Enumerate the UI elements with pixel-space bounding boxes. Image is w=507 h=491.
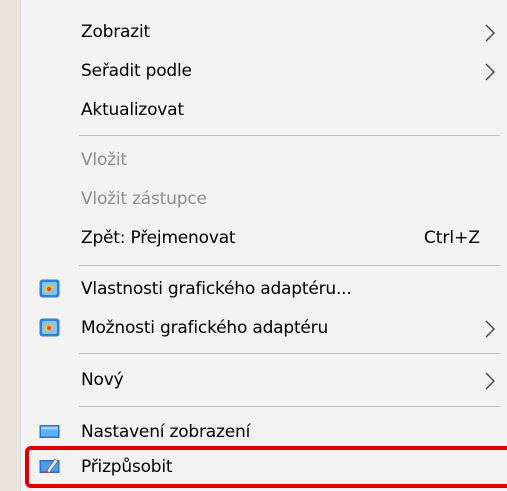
menu-separator bbox=[79, 353, 500, 354]
menu-item-label: Vložit bbox=[81, 150, 127, 170]
menu-item-paste-shortcut: Vložit zástupce bbox=[21, 182, 507, 216]
shortcut-text: Ctrl+Z bbox=[423, 228, 480, 248]
graphics-adapter-icon bbox=[39, 318, 60, 337]
menu-item-refresh[interactable]: Aktualizovat bbox=[21, 93, 507, 127]
highlight-box bbox=[25, 446, 507, 488]
menu-item-view[interactable]: Zobrazit bbox=[21, 15, 507, 49]
menu-separator bbox=[79, 135, 500, 136]
menu-item-label: Nový bbox=[81, 370, 124, 390]
menu-item-label: Aktualizovat bbox=[81, 100, 184, 120]
chevron-right-icon bbox=[485, 320, 495, 338]
menu-separator bbox=[79, 265, 500, 266]
chevron-right-icon bbox=[485, 372, 495, 390]
menu-item-undo-rename[interactable]: Zpět: Přejmenovat Ctrl+Z bbox=[21, 221, 507, 255]
menu-item-label: Zpět: Přejmenovat bbox=[81, 228, 236, 248]
menu-item-label: Vlastnosti grafického adaptéru... bbox=[81, 279, 352, 299]
graphics-adapter-icon bbox=[39, 279, 60, 298]
chevron-right-icon bbox=[485, 24, 495, 42]
menu-item-label: Zobrazit bbox=[81, 22, 150, 42]
menu-item-graphics-options[interactable]: Možnosti grafického adaptéru bbox=[21, 311, 507, 345]
menu-item-label: Seřadit podle bbox=[81, 61, 192, 81]
menu-item-paste: Vložit bbox=[21, 143, 507, 177]
menu-item-label: Nastavení zobrazení bbox=[81, 422, 251, 442]
chevron-right-icon bbox=[485, 63, 495, 81]
menu-item-new[interactable]: Nový bbox=[21, 363, 507, 397]
context-menu: Zobrazit Seřadit podle Aktualizovat Vlož… bbox=[20, 0, 507, 491]
menu-item-graphics-properties[interactable]: Vlastnosti grafického adaptéru... bbox=[21, 272, 507, 306]
menu-item-label: Vložit zástupce bbox=[81, 189, 207, 209]
menu-separator bbox=[79, 406, 500, 407]
display-icon bbox=[39, 425, 60, 438]
menu-item-sort-by[interactable]: Seřadit podle bbox=[21, 54, 507, 88]
menu-item-display-settings[interactable]: Nastavení zobrazení bbox=[21, 415, 507, 449]
menu-item-label: Možnosti grafického adaptéru bbox=[81, 318, 329, 338]
